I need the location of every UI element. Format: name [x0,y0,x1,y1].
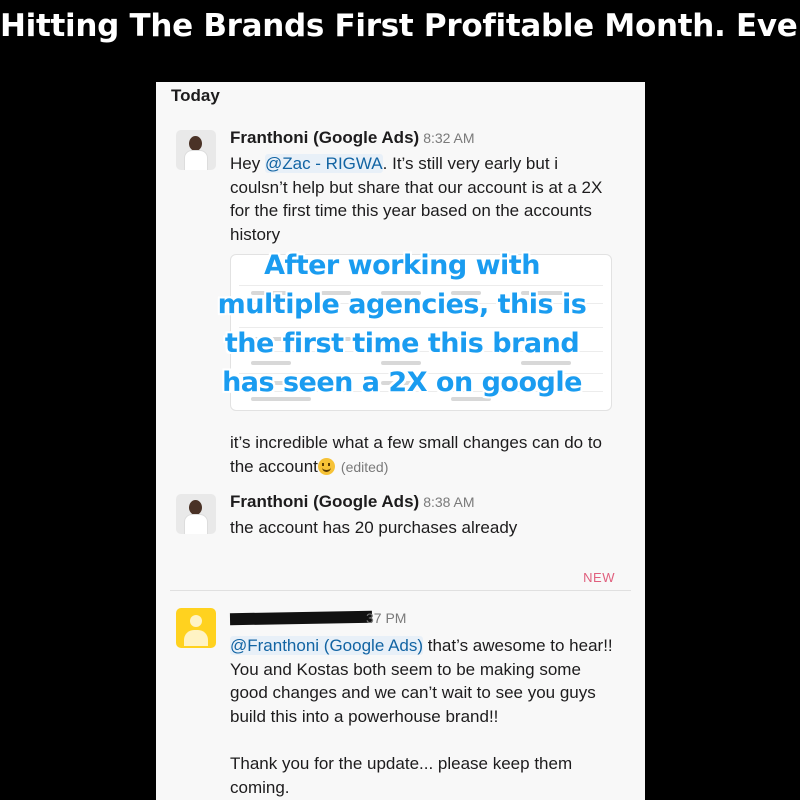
avatar[interactable] [176,130,216,170]
timestamp[interactable]: 8:38 AM [423,494,474,510]
user-mention[interactable]: @Franthoni (Google Ads) [230,636,424,655]
sender-name[interactable]: Franthoni (Google Ads) 8:32 AM [230,128,475,148]
smile-emoji-icon [317,457,335,475]
day-divider-label: Today [171,86,220,105]
sender-name[interactable]: Franthoni (Google Ads) 8:38 AM [230,492,475,512]
message-text: the account has 20 purchases already [230,518,518,537]
new-messages-divider [170,590,631,591]
new-messages-label: NEW [583,570,615,585]
redacted-sender-name [229,610,373,626]
message-text-continued: it’s incredible what a few small changes… [230,433,602,476]
message-text: @Franthoni (Google Ads) that’s awesome t… [230,636,613,726]
chat-panel: Today Franthoni (Google Ads) 8:32 AM Hey … [156,82,645,800]
message-text: Hey @Zac - RIGWA. It’s still very early … [230,154,603,244]
edited-label: (edited) [340,458,389,475]
timestamp[interactable]: 8:32 AM [423,130,474,146]
headline: Hitting The Brands First Profitable Mont… [0,8,800,44]
avatar[interactable] [176,494,216,534]
overlay-caption: After working with multiple agencies, th… [217,250,587,398]
avatar[interactable] [176,608,216,648]
message-text-line2: Thank you for the update... please keep … [230,754,573,797]
timestamp[interactable]: 37 PM [366,610,406,626]
user-mention[interactable]: @Zac - RIGWA [264,154,383,173]
